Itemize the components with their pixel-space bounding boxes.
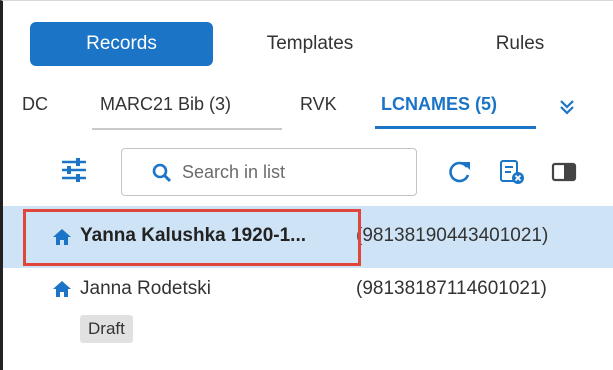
search-icon: [152, 163, 172, 183]
tab-rules[interactable]: Rules: [470, 22, 570, 66]
list-item[interactable]: Yanna Kalushka 1920-1... (98138190443401…: [3, 206, 613, 268]
record-name: Yanna Kalushka 1920-1...: [80, 225, 307, 246]
status-badge: Draft: [80, 315, 133, 343]
subtab-lcnames[interactable]: LCNAMES (5): [381, 84, 497, 130]
search-field[interactable]: [121, 148, 417, 196]
split-panel-icon[interactable]: [550, 158, 578, 186]
record-name: Janna Rodetski: [80, 278, 211, 299]
chevron-double-down-icon[interactable]: [556, 96, 578, 118]
home-icon: [53, 281, 71, 297]
home-icon: [53, 229, 71, 245]
subtab-underline: [92, 128, 282, 130]
subtab-dc[interactable]: DC: [22, 84, 48, 130]
record-id: (98138190443401021): [356, 225, 549, 246]
subtab-marc21-bib[interactable]: MARC21 Bib (3): [100, 84, 231, 130]
tab-records[interactable]: Records: [30, 22, 213, 66]
subtab-rvk[interactable]: RVK: [300, 84, 337, 130]
clear-list-icon[interactable]: [498, 158, 526, 186]
sliders-icon[interactable]: [60, 158, 88, 182]
tab-templates[interactable]: Templates: [248, 22, 372, 66]
subtab-active-indicator: [375, 126, 536, 129]
top-tab-bar: Records Templates Rules: [30, 22, 590, 66]
search-input[interactable]: [182, 157, 402, 187]
record-id: (98138187114601021): [356, 278, 547, 299]
refresh-icon[interactable]: [446, 158, 474, 186]
list-item[interactable]: Janna Rodetski (98138187114601021) Draft: [3, 270, 613, 350]
